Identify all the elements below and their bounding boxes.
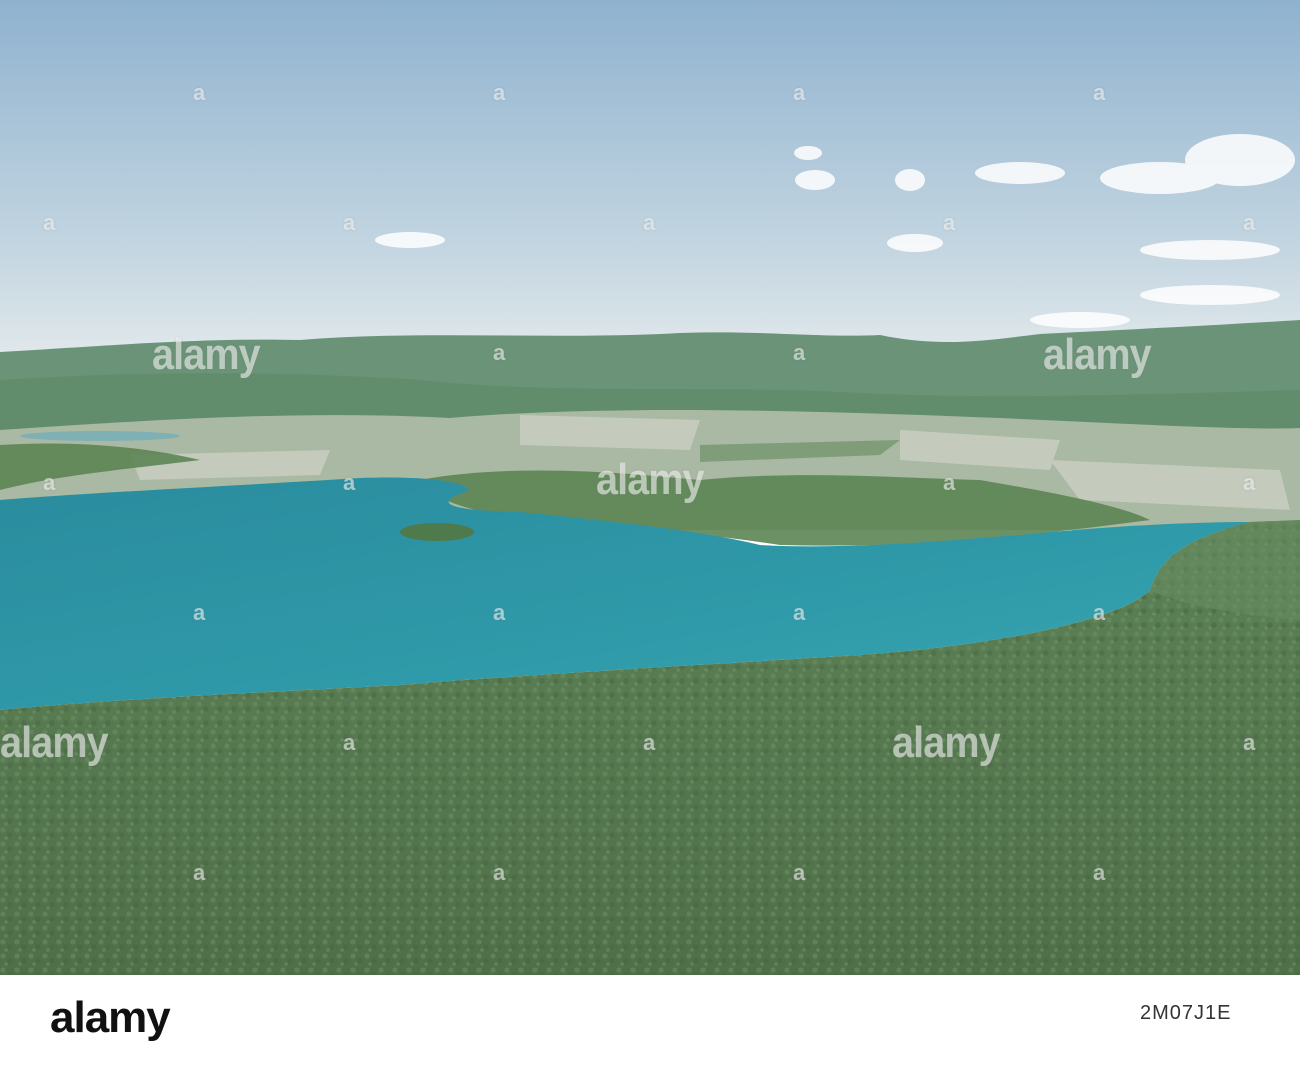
watermark-mark: a — [343, 210, 356, 235]
watermark-mark: a — [793, 600, 806, 625]
watermark-mark: a — [1243, 470, 1256, 495]
watermark-mark: a — [493, 340, 506, 365]
watermark-mark: a — [493, 860, 506, 885]
landscape-photo: alamy alamy alamy alamy alamy a a a a a … — [0, 0, 1300, 975]
image-id: 2M07J1E — [1140, 1002, 1232, 1024]
watermark-mark: a — [193, 860, 206, 885]
watermark-logo: alamy — [892, 718, 1001, 767]
watermark-logo: alamy — [596, 455, 705, 504]
watermark-mark: a — [943, 470, 956, 495]
far-lake — [20, 431, 180, 441]
watermark-mark: a — [943, 210, 956, 235]
watermark-mark: a — [343, 730, 356, 755]
watermark-mark: a — [793, 860, 806, 885]
watermark-mark: a — [793, 340, 806, 365]
footer-logo: alamy — [50, 993, 171, 1042]
watermark-mark: a — [343, 470, 356, 495]
watermark-mark: a — [193, 80, 206, 105]
watermark-mark: a — [1093, 860, 1106, 885]
watermark-mark: a — [1243, 730, 1256, 755]
watermark-mark: a — [1093, 80, 1106, 105]
watermark-mark: a — [193, 600, 206, 625]
watermark-logo: alamy — [152, 330, 261, 379]
watermark-mark: a — [493, 600, 506, 625]
watermark-mark: a — [1243, 210, 1256, 235]
watermark-mark: a — [643, 730, 656, 755]
watermark-mark: a — [793, 80, 806, 105]
watermark-mark: a — [43, 470, 56, 495]
watermark-mark: a — [43, 210, 56, 235]
watermark-logo: alamy — [0, 718, 109, 767]
watermark-mark: a — [643, 210, 656, 235]
watermark-logo: alamy — [1043, 330, 1152, 379]
footer-bar: alamy — [0, 975, 1300, 1065]
watermark-mark: a — [493, 80, 506, 105]
island — [400, 523, 474, 541]
watermark-mark: a — [1093, 600, 1106, 625]
